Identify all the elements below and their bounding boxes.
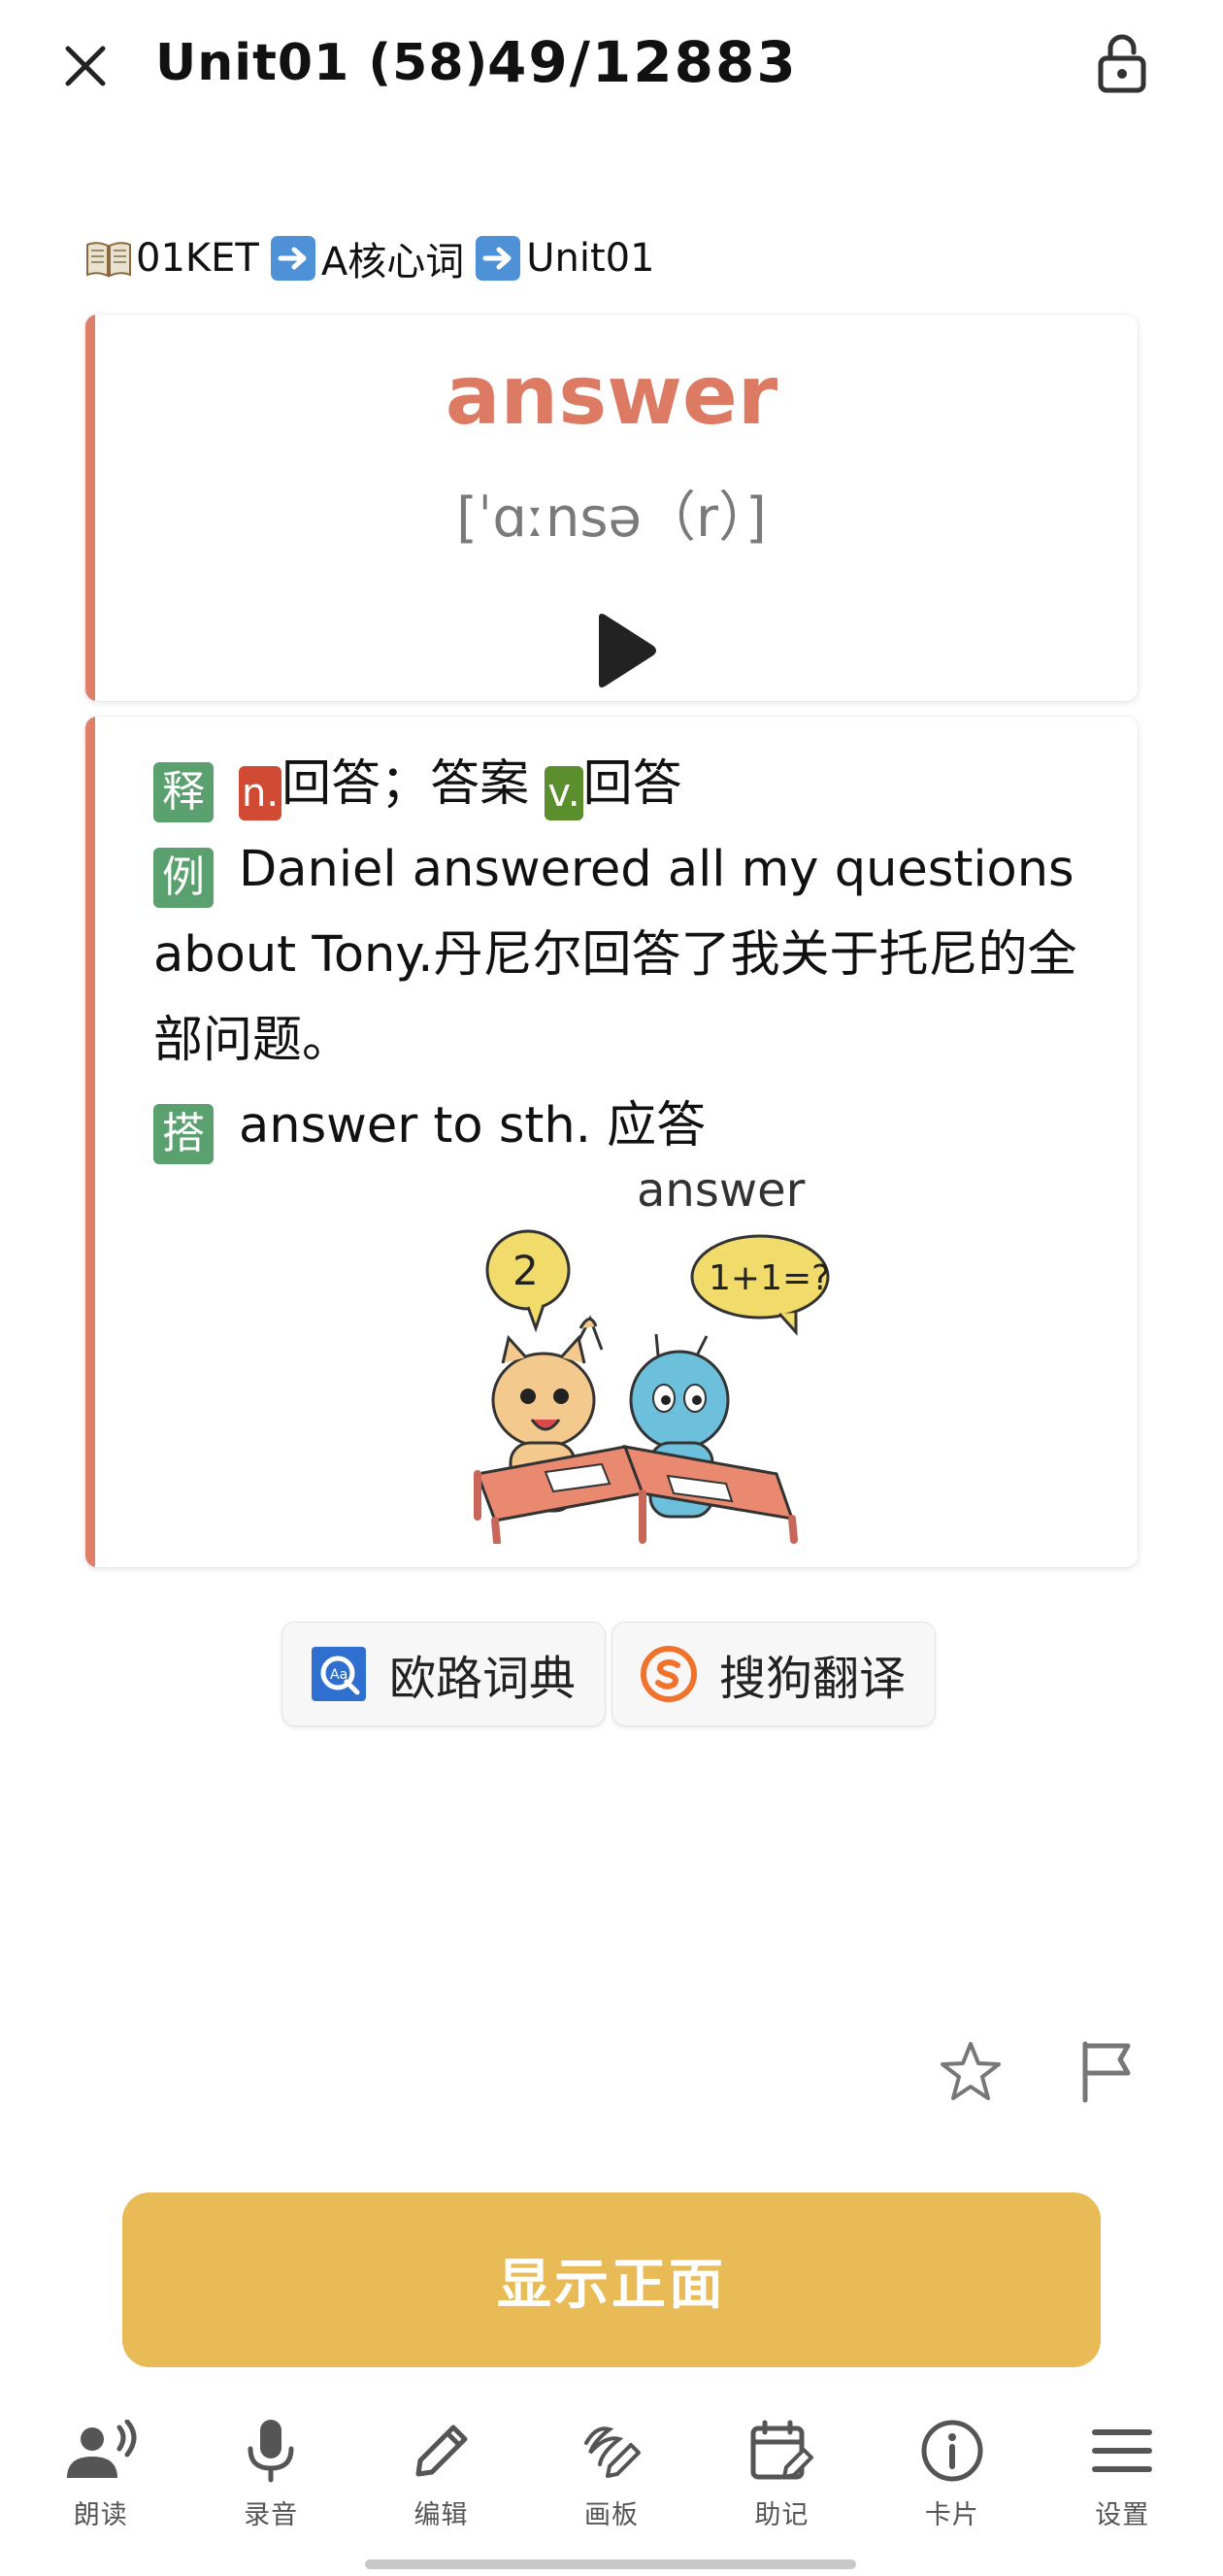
word-card: answer [ˈɑːnsə（r）] [85,315,1138,701]
meaning-verb: 回答 [582,755,682,813]
toolbar-label: 设置 [1095,2500,1150,2530]
toolbar-drawing-board[interactable]: 画板 [544,2396,679,2532]
info-icon [913,2412,991,2490]
example-line: 例 Daniel answered all my questions about … [153,827,1105,1084]
bubble-right-text: 1+1=? [709,1258,830,1298]
toolbar-read-aloud[interactable]: 朗读 [33,2396,169,2532]
close-icon[interactable] [54,35,116,97]
pos-noun-badge: n. [239,766,282,820]
breadcrumb-level: A核心词 [320,240,465,284]
svg-text:Aa: Aa [330,1667,347,1683]
meaning-line: 释 n.回答；答案 v.回答 [153,742,1105,827]
meaning-noun: 回答；答案 [281,755,530,813]
breadcrumb: 01KET A核心词 Unit01 [85,229,655,287]
pos-verb-badge: v. [545,766,583,820]
right-arrow-icon [270,236,315,281]
toolbar-settings[interactable]: 设置 [1054,2396,1190,2532]
drawing-board-icon [573,2412,650,2490]
unit-title: Unit01 (58) [155,34,489,92]
breadcrumb-unit: Unit01 [526,236,655,281]
collocation-tag: 搭 [153,1104,214,1164]
play-audio-icon[interactable] [582,608,668,693]
home-indicator[interactable] [365,2559,856,2569]
open-book-icon [85,236,132,281]
bottom-toolbar: 朗读 录音 编辑 画板 助记 卡片 设置 [0,2396,1223,2532]
toolbar-label: 朗读 [73,2500,128,2530]
toolbar-edit[interactable]: 编辑 [374,2396,510,2532]
speak-icon [62,2412,140,2490]
toolbar-label: 画板 [583,2500,639,2530]
phonetic: [ˈɑːnsə（r）] [456,486,767,550]
sogou-label: 搜狗翻译 [719,1652,907,1706]
sogou-icon [640,1645,698,1703]
toolbar-label: 录音 [244,2500,299,2530]
eudic-label: 欧路词典 [389,1652,577,1706]
toolbar-label: 助记 [754,2500,810,2530]
top-bar: Unit01 (58) 49/12883 [0,0,1223,136]
sogou-translate-button[interactable]: 搜狗翻译 [612,1622,936,1726]
headword: answer [445,348,778,443]
toolbar-card[interactable]: 卡片 [884,2396,1020,2532]
right-arrow-icon [476,236,521,281]
card-counter: 49/12883 [487,29,798,95]
calendar-edit-icon [743,2412,820,2490]
toolbar-label: 编辑 [413,2500,469,2530]
illustration-caption: answer [637,1163,806,1218]
flag-icon[interactable] [1068,2033,1145,2111]
word-illustration: answer 2 1+1=? [435,1155,940,1546]
definition-card: 释 n.回答；答案 v.回答 例 Daniel answered all my qu… [85,717,1138,1567]
toolbar-mnemonic[interactable]: 助记 [713,2396,849,2532]
microphone-icon [232,2412,310,2490]
collocation: answer to sth. 应答 [239,1097,707,1154]
toolbar-record[interactable]: 录音 [203,2396,339,2532]
toolbar-label: 卡片 [924,2500,979,2530]
example-sentence: Daniel answered all my questions about T… [153,841,1077,1069]
bubble-left-text: 2 [512,1247,539,1294]
pencil-icon [403,2412,480,2490]
menu-icon [1083,2412,1161,2490]
lock-icon[interactable] [1091,29,1153,97]
example-tag: 例 [153,848,214,908]
eudic-dictionary-button[interactable]: Aa 欧路词典 [281,1622,606,1726]
breadcrumb-book: 01KET [136,236,259,281]
meaning-tag: 释 [153,762,214,822]
eudic-icon: Aa [310,1645,368,1703]
star-icon[interactable] [932,2033,1009,2111]
show-front-button[interactable]: 显示正面 [122,2192,1101,2367]
